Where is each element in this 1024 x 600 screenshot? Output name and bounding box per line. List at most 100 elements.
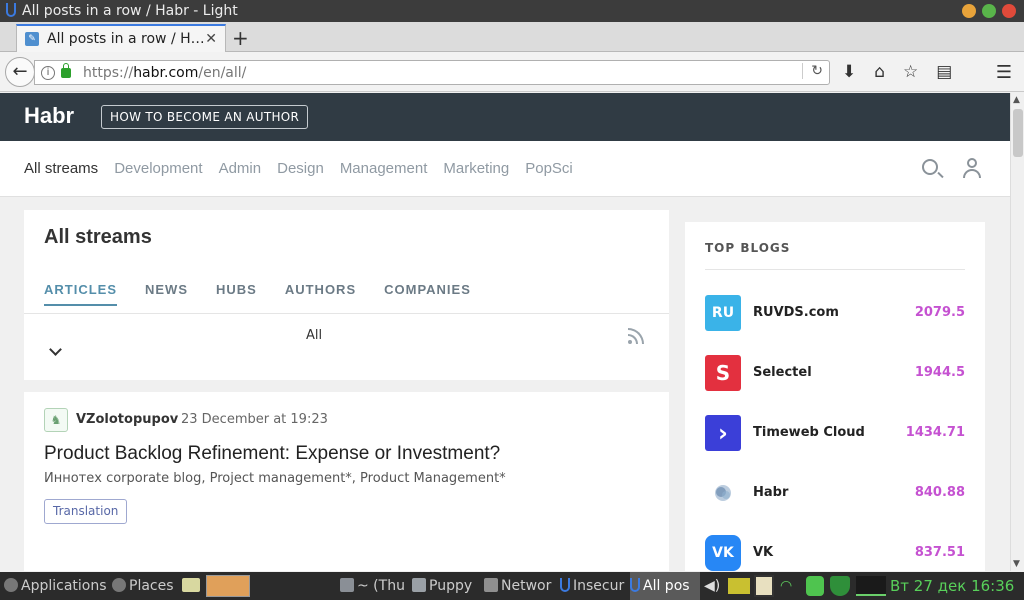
vk-logo-icon: VK <box>705 535 741 571</box>
back-button[interactable]: ← <box>5 57 35 87</box>
page-viewport: Habr HOW TO BECOME AN AUTHOR All streams… <box>0 93 1010 571</box>
clock[interactable]: Вт 27 дек 16:36 <box>890 572 1014 600</box>
browser-icon <box>630 578 640 592</box>
stream-design[interactable]: Design <box>277 160 324 177</box>
url-host: habr.com <box>133 64 199 81</box>
post-author[interactable]: VZolotopupov <box>76 412 178 427</box>
blog-item[interactable]: Habr 840.88 <box>705 475 965 511</box>
divider <box>24 313 669 314</box>
scroll-up-icon[interactable]: ▲ <box>1013 95 1020 105</box>
applications-icon <box>4 578 18 592</box>
taskbar-item-network[interactable]: Networ <box>484 572 556 600</box>
habr-logo-icon <box>705 475 741 511</box>
terminal-icon <box>340 578 354 592</box>
blog-rating: 1944.5 <box>914 365 965 380</box>
wifi-icon[interactable]: ◠ <box>780 572 800 600</box>
taskbar-item-terminal[interactable]: ~ (Thu <box>340 572 410 600</box>
site-header: Habr HOW TO BECOME AN AUTHOR <box>0 93 1010 141</box>
lock-icon[interactable] <box>61 62 71 78</box>
tools-icon <box>412 578 426 592</box>
applications-label: Applications <box>21 578 107 594</box>
places-icon <box>112 578 126 592</box>
rss-icon[interactable] <box>628 328 644 344</box>
scrollbar-thumb[interactable] <box>1013 109 1023 157</box>
blog-item[interactable]: VK VK 837.51 <box>705 535 965 571</box>
bookmark-star-icon[interactable]: ☆ <box>903 62 918 82</box>
blog-name[interactable]: Selectel <box>753 365 812 380</box>
maximize-button[interactable] <box>982 4 996 18</box>
user-icon[interactable] <box>963 158 981 178</box>
search-icon[interactable] <box>922 159 938 175</box>
browser-tab[interactable]: ✎ All posts in a row / H… ✕ <box>16 24 226 52</box>
tab-news[interactable]: NEWS <box>145 282 188 306</box>
post-card: ♞ VZolotopupov 23 December at 19:23 Prod… <box>24 392 669 571</box>
stream-admin[interactable]: Admin <box>219 160 262 177</box>
workspace-switcher[interactable] <box>206 575 250 597</box>
blog-item[interactable]: S Selectel 1944.5 <box>705 355 965 391</box>
storage-icon[interactable] <box>806 576 824 596</box>
reading-list-icon[interactable]: ▤ <box>936 62 952 82</box>
post-title[interactable]: Product Backlog Refinement: Expense or I… <box>44 443 500 465</box>
post-hubs[interactable]: Иннотех corporate blog, Project manageme… <box>44 471 506 486</box>
home-icon[interactable]: ⌂ <box>874 62 885 82</box>
blog-item[interactable]: RU RUVDS.com 2079.5 <box>705 295 965 331</box>
avatar[interactable]: ♞ <box>44 408 68 432</box>
stream-all[interactable]: All streams <box>24 160 98 177</box>
info-icon[interactable]: i <box>41 65 55 80</box>
cloud-logo-icon: RU <box>705 295 741 331</box>
vertical-scrollbar[interactable]: ▲ ▼ <box>1010 93 1024 571</box>
download-icon[interactable]: ⬇ <box>842 62 856 82</box>
navigation-bar: ← i https://habr.com/en/all/ ↻ ⬇ ⌂ ☆ ▤ ☰ <box>0 52 1024 92</box>
blog-rating: 837.51 <box>914 545 965 560</box>
post-date: 23 December at 19:23 <box>181 412 328 427</box>
reload-icon[interactable]: ↻ <box>802 63 823 79</box>
hamburger-menu-icon[interactable]: ☰ <box>996 62 1012 83</box>
tab-authors[interactable]: AUTHORS <box>285 282 356 306</box>
network-icon <box>484 578 498 592</box>
applications-menu[interactable]: Applications <box>4 572 108 600</box>
blog-name[interactable]: RUVDS.com <box>753 305 839 320</box>
url-path: /en/all/ <box>198 64 247 81</box>
window-title: All posts in a row / Habr - Light <box>22 3 238 19</box>
minimize-button[interactable] <box>962 4 976 18</box>
tab-articles[interactable]: ARTICLES <box>44 282 117 306</box>
close-window-button[interactable] <box>1002 4 1016 18</box>
taskbar-item-all-posts[interactable]: All pos <box>630 572 700 600</box>
top-blogs-widget: TOP BLOGS RU RUVDS.com 2079.5 S Selectel… <box>685 222 985 571</box>
package-icon[interactable] <box>754 575 774 597</box>
show-desktop-button[interactable] <box>182 572 204 600</box>
stream-development[interactable]: Development <box>114 160 202 177</box>
timeweb-logo-icon: › <box>705 415 741 451</box>
filter-label[interactable]: All <box>306 328 322 343</box>
taskbar-item-insecure[interactable]: Insecur <box>560 572 628 600</box>
firewall-shield-icon[interactable] <box>830 576 850 596</box>
blog-name[interactable]: Timeweb Cloud <box>753 425 865 440</box>
stream-management[interactable]: Management <box>340 160 428 177</box>
new-tab-button[interactable]: + <box>232 26 249 50</box>
taskbar-item-puppy[interactable]: Puppy <box>412 572 480 600</box>
become-author-button[interactable]: HOW TO BECOME AN AUTHOR <box>101 105 309 129</box>
blog-name[interactable]: VK <box>753 545 773 560</box>
site-logo[interactable]: Habr <box>24 103 74 129</box>
volume-icon[interactable]: ◀) <box>704 572 724 600</box>
places-menu[interactable]: Places <box>112 572 178 600</box>
blog-item[interactable]: › Timeweb Cloud 1434.71 <box>705 415 965 451</box>
post-type-badge[interactable]: Translation <box>44 499 128 524</box>
tab-hubs[interactable]: HUBS <box>216 282 257 306</box>
battery-icon[interactable] <box>728 578 750 594</box>
stream-popsci[interactable]: PopSci <box>525 160 573 177</box>
scroll-down-icon[interactable]: ▼ <box>1013 559 1020 569</box>
chevron-down-icon[interactable] <box>49 343 62 356</box>
streams-nav: All streams Development Admin Design Man… <box>0 141 1010 197</box>
divider <box>705 269 965 270</box>
tab-companies[interactable]: COMPANIES <box>384 282 471 306</box>
taskbar-item-label: Networ <box>501 578 552 594</box>
blog-rating: 2079.5 <box>914 305 965 320</box>
blog-name[interactable]: Habr <box>753 485 788 500</box>
browser-icon <box>560 578 570 592</box>
taskbar-item-label: Insecur <box>573 578 625 594</box>
close-tab-icon[interactable]: ✕ <box>205 31 217 47</box>
stream-marketing[interactable]: Marketing <box>443 160 509 177</box>
places-label: Places <box>129 578 174 594</box>
url-bar[interactable]: i https://habr.com/en/all/ ↻ <box>34 60 830 85</box>
